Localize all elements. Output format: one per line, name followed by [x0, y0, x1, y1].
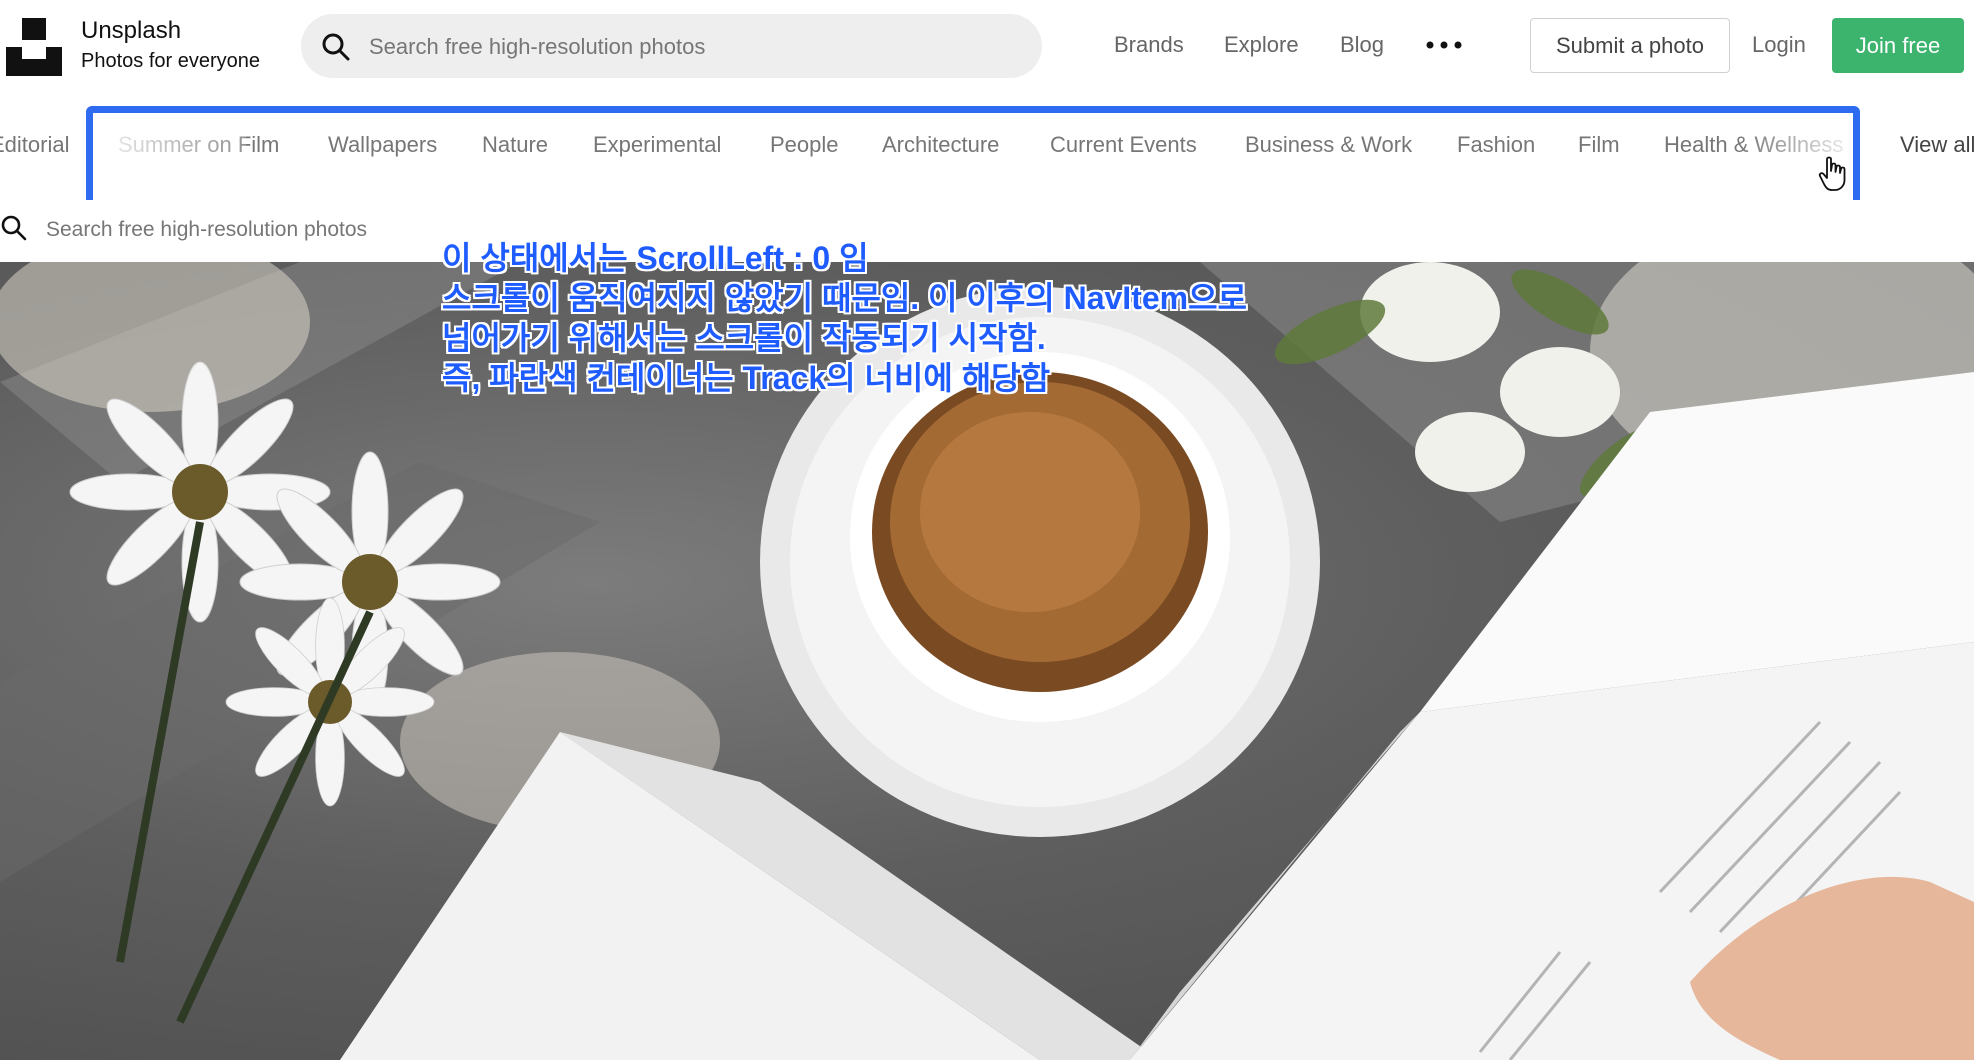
nav-link-blog[interactable]: Blog — [1340, 32, 1384, 58]
search-icon — [322, 33, 350, 61]
more-horizontal-icon[interactable] — [1424, 35, 1464, 55]
brand-name[interactable]: Unsplash — [81, 17, 181, 45]
brand-tagline: Photos for everyone — [81, 50, 260, 72]
search-input[interactable]: Search free high-resolution photos — [301, 14, 1042, 78]
search-icon[interactable] — [0, 214, 28, 242]
unsplash-logo-icon[interactable] — [6, 18, 62, 76]
search-placeholder: Search free high-resolution photos — [369, 34, 706, 59]
topic-item-view-all[interactable]: View all — [1900, 132, 1974, 158]
topic-item-editorial[interactable]: Editorial — [0, 132, 69, 158]
submit-photo-button[interactable]: Submit a photo — [1530, 18, 1730, 73]
nav-link-brands[interactable]: Brands — [1114, 32, 1184, 58]
secondary-search-input[interactable]: Search free high-resolution photos — [46, 218, 367, 242]
hand-pointer-icon — [1818, 156, 1846, 191]
join-free-button[interactable]: Join free — [1832, 18, 1964, 73]
annotation-text: 이 상태에서는 ScrollLeft : 0 임 스크롤이 움직여지지 않았기 … — [442, 238, 1342, 398]
annotation-line: 이 상태에서는 ScrollLeft : 0 임 — [442, 240, 869, 276]
annotation-line: 즉, 파란색 컨테이너는 Track의 너비에 해당함 — [442, 360, 1051, 396]
nav-link-explore[interactable]: Explore — [1224, 32, 1299, 58]
site-header: Unsplash Photos for everyone Search free… — [0, 0, 1974, 95]
login-link[interactable]: Login — [1752, 32, 1806, 58]
annotation-line: 넘어가기 위해서는 스크롤이 작동되기 시작함. — [442, 320, 1046, 356]
annotation-line: 스크롤이 움직여지지 않았기 때문임. 이 이후의 NavItem으로 — [442, 280, 1247, 316]
